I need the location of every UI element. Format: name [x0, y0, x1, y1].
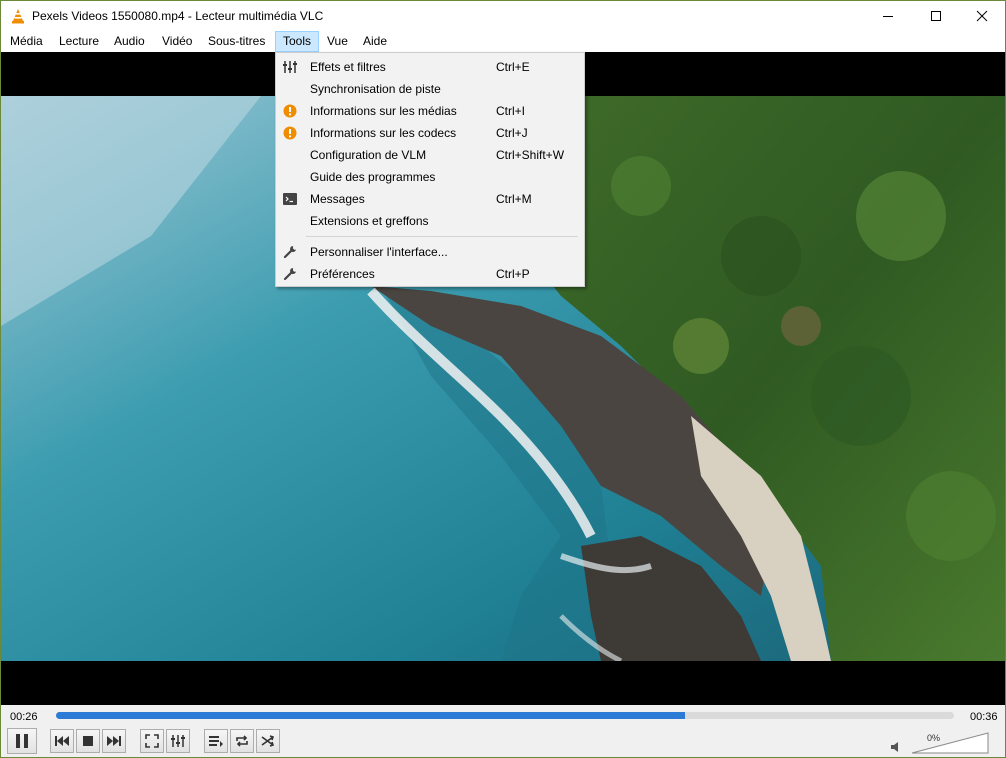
- window-title: Pexels Videos 1550080.mp4 - Lecteur mult…: [32, 9, 324, 23]
- menu-item-label: Messages: [310, 192, 365, 206]
- menu-item-preferences[interactable]: Préférences Ctrl+P: [276, 263, 584, 285]
- loop-icon: [236, 735, 248, 747]
- remaining-time: 00:36: [970, 711, 998, 723]
- speaker-icon[interactable]: [891, 741, 903, 753]
- title-bar[interactable]: Pexels Videos 1550080.mp4 - Lecteur mult…: [1, 1, 1005, 31]
- next-button[interactable]: [102, 729, 126, 753]
- menu-item-shortcut: Ctrl+J: [496, 126, 528, 140]
- extended-settings-button[interactable]: [166, 729, 190, 753]
- menu-item-shortcut: Ctrl+M: [496, 192, 532, 206]
- menu-item-label: Informations sur les médias: [310, 104, 457, 118]
- menu-item-synchronisation-piste[interactable]: Synchronisation de piste: [276, 78, 584, 100]
- pause-button[interactable]: [7, 728, 37, 754]
- maximize-icon: [931, 11, 941, 21]
- menu-item-label: Informations sur les codecs: [310, 126, 457, 140]
- menu-item-shortcut: Ctrl+P: [496, 267, 530, 281]
- seek-bar-progress: [56, 712, 685, 719]
- menu-item-shortcut: Ctrl+Shift+W: [496, 148, 565, 162]
- menu-item-label: Personnaliser l'interface...: [310, 245, 448, 259]
- close-button[interactable]: [959, 1, 1005, 31]
- menu-item-messages[interactable]: Messages Ctrl+M: [276, 188, 584, 210]
- tools-dropdown-menu: Effets et filtres Ctrl+E Synchronisation…: [275, 52, 585, 287]
- menu-item-label: Configuration de VLM: [310, 148, 427, 162]
- menu-aide[interactable]: Aide: [356, 32, 394, 51]
- info-icon: [282, 125, 298, 141]
- next-icon: [107, 736, 121, 746]
- wrench-icon: [282, 266, 298, 282]
- menu-media[interactable]: Média: [3, 32, 50, 51]
- control-bar: 00:26 00:36 0%: [1, 705, 1005, 757]
- menu-item-label: Effets et filtres: [310, 60, 386, 74]
- menu-video[interactable]: Vidéo: [155, 32, 199, 51]
- shuffle-button[interactable]: [256, 729, 280, 753]
- wrench-icon: [282, 244, 298, 260]
- menu-item-informations-medias[interactable]: Informations sur les médias Ctrl+I: [276, 100, 584, 122]
- vlc-cone-icon: [12, 9, 24, 24]
- previous-button[interactable]: [50, 729, 74, 753]
- previous-icon: [55, 736, 69, 746]
- menu-item-label: Synchronisation de piste: [310, 82, 441, 96]
- minimize-icon: [883, 16, 893, 17]
- menu-bar: Média Lecture Audio Vidéo Sous-titres To…: [1, 31, 1005, 52]
- stop-icon: [83, 736, 93, 746]
- menu-separator: [306, 236, 578, 237]
- menu-item-label: Guide des programmes: [310, 170, 436, 184]
- menu-audio[interactable]: Audio: [107, 32, 152, 51]
- fullscreen-button[interactable]: [140, 729, 164, 753]
- terminal-icon: [282, 191, 298, 207]
- playlist-button[interactable]: [204, 729, 228, 753]
- menu-vue[interactable]: Vue: [320, 32, 355, 51]
- menu-item-extensions-greffons[interactable]: Extensions et greffons: [276, 210, 584, 232]
- menu-sous-titres[interactable]: Sous-titres: [201, 32, 272, 51]
- equalizer-icon: [282, 59, 298, 75]
- minimize-button[interactable]: [865, 1, 911, 31]
- equalizer-icon: [171, 735, 185, 747]
- menu-item-shortcut: Ctrl+E: [496, 60, 530, 74]
- menu-item-effets-filtres[interactable]: Effets et filtres Ctrl+E: [276, 56, 584, 78]
- menu-tools[interactable]: Tools: [275, 31, 320, 52]
- pause-icon: [16, 734, 28, 748]
- info-icon: [282, 103, 298, 119]
- stop-button[interactable]: [76, 729, 100, 753]
- menu-item-shortcut: Ctrl+I: [496, 104, 526, 118]
- maximize-button[interactable]: [913, 1, 959, 31]
- menu-item-personnaliser-interface[interactable]: Personnaliser l'interface...: [276, 241, 584, 263]
- vlc-window: Pexels Videos 1550080.mp4 - Lecteur mult…: [0, 0, 1006, 758]
- menu-item-guide-programmes[interactable]: Guide des programmes: [276, 166, 584, 188]
- volume-slider[interactable]: [911, 732, 989, 754]
- menu-item-configuration-vlm[interactable]: Configuration de VLM Ctrl+Shift+W: [276, 144, 584, 166]
- menu-item-label: Préférences: [310, 267, 375, 281]
- close-icon: [976, 10, 988, 22]
- elapsed-time: 00:26: [10, 711, 38, 723]
- menu-item-label: Extensions et greffons: [310, 214, 429, 228]
- playlist-icon: [209, 736, 223, 747]
- shuffle-icon: [261, 735, 275, 747]
- menu-lecture[interactable]: Lecture: [52, 32, 106, 51]
- loop-button[interactable]: [230, 729, 254, 753]
- seek-bar[interactable]: [56, 712, 954, 719]
- fullscreen-icon: [145, 734, 159, 748]
- menu-item-informations-codecs[interactable]: Informations sur les codecs Ctrl+J: [276, 122, 584, 144]
